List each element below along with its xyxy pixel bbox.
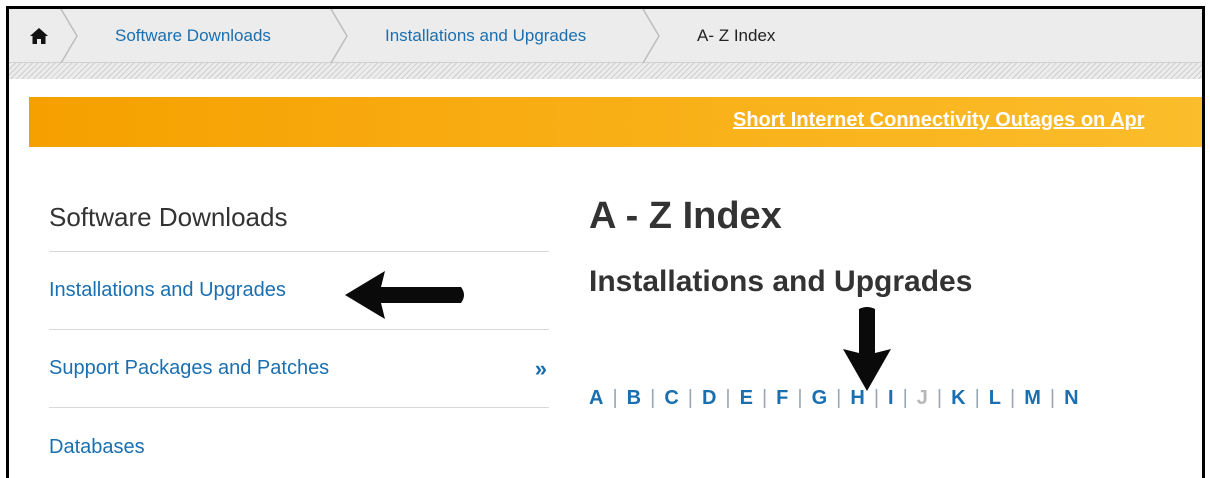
alpha-separator: |: [761, 387, 768, 409]
alpha-letter-k[interactable]: K: [951, 387, 965, 409]
alpha-separator: |: [687, 387, 693, 409]
sidebar: Software Downloads Installations and Upg…: [49, 187, 549, 478]
breadcrumb-separator-icon: [60, 9, 78, 63]
alphabet-index: A | B | C | D | E | F | G | H | I | J | K | L | M | N: [589, 387, 1079, 410]
breadcrumb-label: Installations and Upgrades: [385, 25, 587, 45]
sidebar-item-label: Databases: [49, 435, 145, 458]
home-icon: [30, 27, 48, 44]
breadcrumb-home[interactable]: [9, 9, 81, 63]
alpha-separator: |: [797, 387, 803, 409]
announcement-banner: Short Internet Connectivity Outages on A…: [29, 97, 1202, 147]
alpha-letter-i[interactable]: I: [888, 387, 894, 409]
breadcrumb-label: A- Z Index: [697, 25, 776, 45]
sidebar-item-support-packages[interactable]: Support Packages and Patches »: [49, 330, 549, 408]
breadcrumb-item-software-downloads[interactable]: Software Downloads: [81, 9, 351, 63]
breadcrumb-label: Software Downloads: [115, 25, 271, 45]
sidebar-item-databases[interactable]: Databases: [49, 408, 549, 478]
alpha-separator: |: [936, 387, 943, 409]
sidebar-title: Software Downloads: [49, 187, 549, 252]
alpha-separator: |: [1009, 387, 1016, 409]
alpha-separator: |: [725, 387, 731, 409]
breadcrumb-current: A- Z Index: [663, 9, 863, 62]
alpha-letter-j: J: [916, 387, 928, 409]
double-chevron-right-icon[interactable]: »: [535, 356, 547, 382]
alpha-letter-a[interactable]: A: [589, 387, 603, 409]
alpha-separator: |: [873, 387, 880, 409]
announcement-link[interactable]: Short Internet Connectivity Outages on A…: [733, 109, 1145, 132]
alpha-letter-f[interactable]: F: [776, 387, 788, 409]
page-title: A - Z Index: [589, 195, 782, 237]
alpha-letter-l[interactable]: L: [989, 387, 1001, 409]
sidebar-item-label: Support Packages and Patches: [49, 357, 330, 379]
sidebar-item-label: Installations and Upgrades: [49, 279, 286, 301]
alpha-separator: |: [650, 387, 656, 409]
alpha-letter-m[interactable]: M: [1024, 387, 1041, 409]
alpha-separator: |: [902, 387, 908, 409]
sidebar-item-installations-upgrades[interactable]: Installations and Upgrades: [49, 252, 549, 330]
alpha-separator: |: [612, 387, 618, 409]
alpha-letter-c[interactable]: C: [664, 387, 678, 409]
alpha-letter-d[interactable]: D: [702, 387, 716, 409]
alpha-separator: |: [836, 387, 842, 409]
alpha-letter-e[interactable]: E: [740, 387, 753, 409]
alpha-letter-b[interactable]: B: [627, 387, 641, 409]
alpha-separator: |: [1049, 387, 1056, 409]
annotation-arrow-down-icon: [843, 307, 891, 391]
breadcrumb-separator-icon: [330, 9, 348, 63]
main-content: A - Z Index Installations and Upgrades: [589, 187, 1202, 299]
breadcrumb-item-installations-upgrades[interactable]: Installations and Upgrades: [351, 9, 663, 63]
alpha-letter-h[interactable]: H: [850, 387, 864, 409]
breadcrumb-separator-icon: [642, 9, 660, 63]
breadcrumb-items: Software Downloads Installations and Upg…: [9, 9, 1202, 63]
breadcrumb-hatch-divider: [9, 63, 1202, 79]
breadcrumb: Software Downloads Installations and Upg…: [9, 9, 1202, 79]
section-title: Installations and Upgrades: [589, 265, 973, 298]
alpha-letter-n[interactable]: N: [1064, 387, 1078, 409]
alpha-separator: |: [974, 387, 980, 409]
alpha-letter-g[interactable]: G: [812, 387, 828, 409]
page-frame: Software Downloads Installations and Upg…: [6, 6, 1205, 478]
